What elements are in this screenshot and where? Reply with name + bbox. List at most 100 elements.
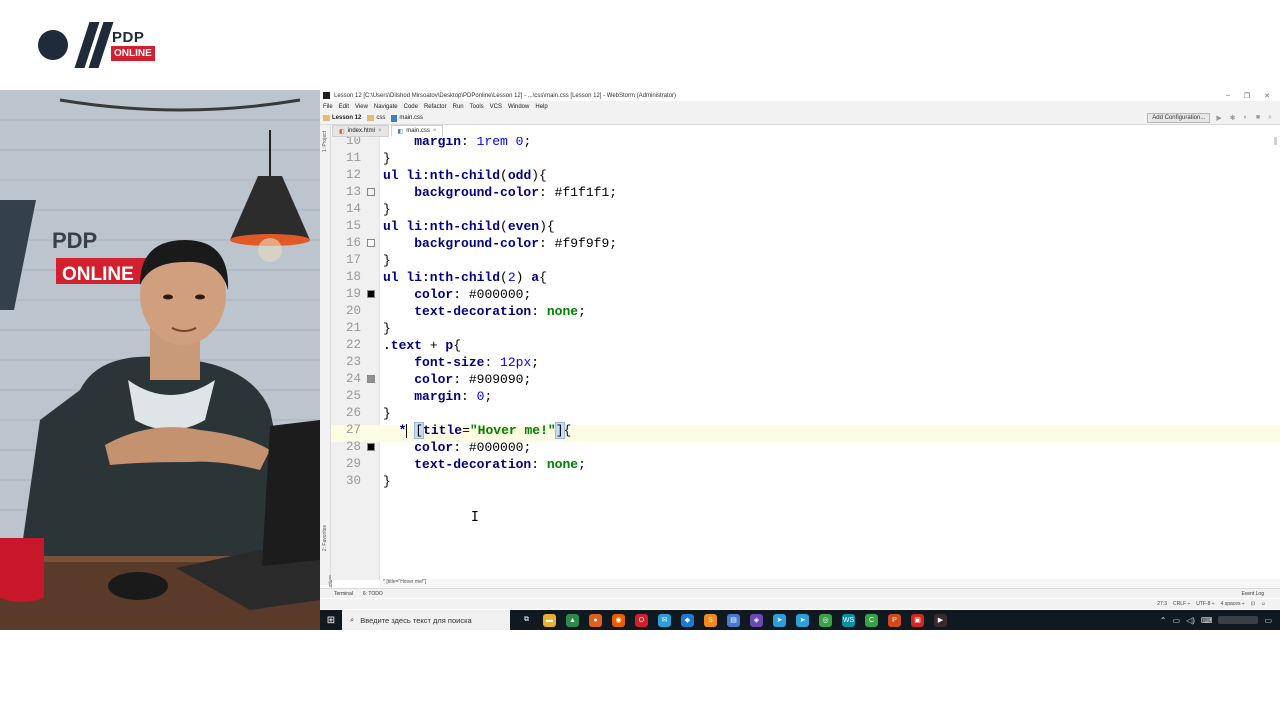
code-token: ] <box>554 422 565 439</box>
breadcrumb-project[interactable]: Lesson 12 <box>323 115 361 121</box>
keyboard-icon[interactable]: ⌨ <box>1201 616 1213 625</box>
close-tab-icon[interactable]: × <box>433 128 437 134</box>
minimize-button[interactable]: – <box>1226 92 1230 100</box>
webstorm-icon[interactable]: WS <box>842 613 855 627</box>
messenger-icon[interactable]: ✉ <box>658 613 671 627</box>
line-number: 27 <box>345 423 361 437</box>
save-app-icon[interactable]: ▤ <box>727 613 740 627</box>
line-number: 30 <box>345 474 361 488</box>
line-separator[interactable]: CRLF ÷ <box>1173 601 1190 607</box>
stop-icon[interactable]: ■ <box>1256 114 1260 122</box>
line-number: 23 <box>345 355 361 369</box>
windows-start-icon[interactable]: ⊞ <box>320 610 342 630</box>
color-swatch-icon[interactable] <box>367 188 375 196</box>
line-number: 12 <box>345 168 361 182</box>
breadcrumb-css-folder[interactable]: css <box>367 115 385 121</box>
menu-vcs[interactable]: VCS <box>490 104 502 110</box>
file-encoding[interactable]: UTF-8 ÷ <box>1196 601 1214 607</box>
telegram-2-icon[interactable]: ➤ <box>796 613 809 627</box>
menu-tools[interactable]: Tools <box>470 104 484 110</box>
menu-edit[interactable]: Edit <box>339 104 349 110</box>
maximize-button[interactable]: ❐ <box>1244 92 1250 100</box>
volume-icon[interactable]: ◁) <box>1186 616 1195 625</box>
code-token: } <box>383 321 391 336</box>
powerpoint-icon[interactable]: P <box>888 613 901 627</box>
color-swatch-icon[interactable] <box>367 239 375 247</box>
media-icon[interactable]: ▶ <box>934 613 947 627</box>
mouse-text-cursor: I <box>471 510 479 525</box>
code-token: text-decoration <box>414 304 532 319</box>
debug-icon[interactable]: ✱ <box>1230 114 1236 122</box>
code-token: : #f1f1f1; <box>539 185 618 200</box>
breadcrumb-file[interactable]: main.css <box>391 114 423 122</box>
code-token: : #000000; <box>453 440 532 455</box>
menu-window[interactable]: Window <box>508 104 529 110</box>
menu-help[interactable]: Help <box>535 104 547 110</box>
menu-navigate[interactable]: Navigate <box>374 104 398 110</box>
menu-run[interactable]: Run <box>453 104 464 110</box>
menu-refactor[interactable]: Refactor <box>424 104 447 110</box>
chrome-icon[interactable]: ◎ <box>819 613 832 627</box>
notifications-icon[interactable]: ▭ <box>1264 616 1272 625</box>
opera-icon[interactable]: O <box>635 613 648 627</box>
vscode-icon[interactable]: ◆ <box>681 613 694 627</box>
app-purple-icon[interactable]: ◈ <box>750 613 763 627</box>
color-swatch-icon[interactable] <box>367 375 375 383</box>
terminal-tool-button[interactable]: Terminal <box>334 591 353 597</box>
run-icon[interactable]: ▶ <box>1216 114 1221 122</box>
scrollbar-thumb[interactable] <box>1274 137 1277 145</box>
taskbar-search-box[interactable]: ⌕ Введите здесь текст для поиска <box>342 610 510 630</box>
menu-view[interactable]: View <box>355 104 368 110</box>
add-configuration-button[interactable]: Add Configuration... <box>1147 113 1211 123</box>
app-green-icon[interactable]: ▲ <box>566 613 579 627</box>
tab-label: index.html <box>347 128 376 134</box>
menu-code[interactable]: Code <box>404 104 418 110</box>
network-icon[interactable]: ▭ <box>1173 616 1181 625</box>
menu-file[interactable]: File <box>323 104 333 110</box>
tray-expand-icon[interactable]: ⌃ <box>1160 616 1167 625</box>
app-red-icon[interactable]: ▣ <box>911 613 924 627</box>
telegram-icon[interactable]: ➤ <box>773 613 786 627</box>
code-token: margin <box>414 389 462 404</box>
color-swatch-icon[interactable] <box>367 443 375 451</box>
code-line: ul li:nth-child(even){ <box>383 218 555 235</box>
sublime-icon[interactable]: S <box>704 613 717 627</box>
coverage-icon[interactable]: ◐ <box>1244 114 1248 122</box>
firefox-icon[interactable]: ◉ <box>612 613 625 627</box>
editor-breadcrumb[interactable]: * [title="Hover me!"] <box>380 579 1280 587</box>
code-token: ) <box>515 270 532 285</box>
task-view-icon[interactable]: ⧉ <box>520 613 533 627</box>
code-token: odd <box>507 168 532 183</box>
app-orange-icon[interactable]: ● <box>589 613 602 627</box>
line-number: 19 <box>345 287 361 301</box>
project-tool-tab[interactable]: 1: Project <box>322 131 328 152</box>
html-file-icon: ◧ <box>339 128 345 135</box>
todo-tool-button[interactable]: 6: TODO <box>363 591 383 597</box>
search-everywhere-icon[interactable]: ⌕ <box>1268 114 1272 122</box>
close-button[interactable]: ✕ <box>1264 92 1270 100</box>
code-token: : #000000; <box>453 287 532 302</box>
editor-scrollbar[interactable] <box>1274 137 1278 580</box>
lock-icon[interactable]: ⊡ <box>1251 601 1255 607</box>
code-token: } <box>383 474 391 489</box>
indent-setting[interactable]: 4 spaces ÷ <box>1221 601 1245 607</box>
clock-blurred[interactable] <box>1218 616 1259 624</box>
event-log-button[interactable]: Event Log <box>1241 591 1280 597</box>
code-line: * [title="Hover me!"]{ <box>383 422 571 439</box>
close-tab-icon[interactable]: × <box>378 128 382 134</box>
favorites-tool-tab[interactable]: 2: Favorites <box>322 525 328 551</box>
inspector-icon[interactable]: ☺ <box>1261 601 1266 607</box>
line-number: 18 <box>345 270 361 284</box>
camtasia-icon[interactable]: C <box>865 613 878 627</box>
code-token: : <box>461 137 477 149</box>
tab-main-css[interactable]: ◧ main.css × <box>390 125 444 137</box>
tab-index-html[interactable]: ◧ index.html × <box>332 125 389 137</box>
css-file-icon <box>391 114 398 122</box>
caret-position[interactable]: 27:3 <box>1157 601 1167 607</box>
color-swatch-icon[interactable] <box>367 290 375 298</box>
code-line: } <box>383 150 391 167</box>
code-token: : <box>484 355 501 370</box>
code-token: { <box>539 270 547 285</box>
file-explorer-icon[interactable]: ▬ <box>543 613 556 627</box>
